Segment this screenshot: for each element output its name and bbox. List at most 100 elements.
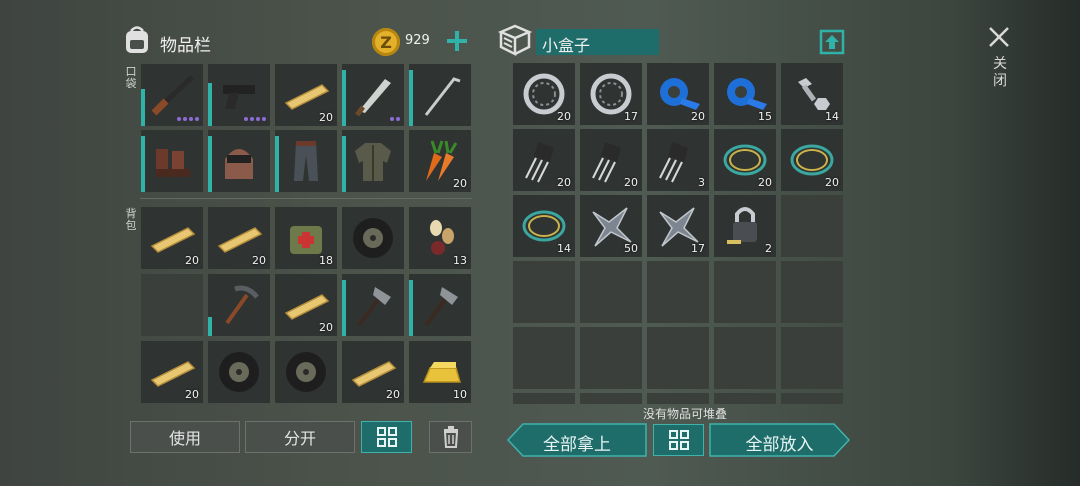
backpack-slot[interactable]: 10 [409,341,471,403]
box-slot[interactable]: 20 [781,129,843,191]
add-coins-button[interactable] [444,28,470,54]
backpack-slot[interactable] [208,274,270,336]
box-slot[interactable] [580,327,642,389]
backpack-slot[interactable]: 20 [141,207,203,269]
box-slot[interactable] [580,261,642,323]
durability-bar [208,136,212,192]
item-count: 14 [825,110,839,123]
box-slot[interactable] [647,327,709,389]
pocket-slot[interactable] [342,130,404,192]
take-all-button[interactable]: 全部拿上 [507,423,647,457]
box-slot[interactable] [781,327,843,389]
box-slot[interactable]: 20 [580,129,642,191]
box-slot[interactable]: 14 [781,63,843,125]
box-slot[interactable] [781,195,843,257]
box-slot[interactable] [513,393,575,404]
box-slot[interactable]: 2 [714,195,776,257]
pocket-slot[interactable] [275,130,337,192]
item-count: 20 [758,176,772,189]
pocket-slot[interactable] [208,64,270,126]
backpack-slot[interactable]: 20 [275,274,337,336]
durability-bar [208,83,212,126]
take-all-label: 全部拿上 [543,435,611,455]
durability-bar [275,136,279,192]
backpack-slot[interactable] [342,207,404,269]
rarity-dots [177,117,199,121]
pocket-slot[interactable] [141,130,203,192]
box-slot[interactable]: 15 [714,63,776,125]
pocket-label: 口袋 [125,65,137,90]
backpack-slot[interactable]: 18 [275,207,337,269]
box-slot[interactable] [714,261,776,323]
trash-button[interactable] [429,421,472,453]
backpack-slot[interactable] [141,274,203,336]
plus-icon [447,31,467,51]
box-slot[interactable]: 17 [580,63,642,125]
box-slot[interactable]: 3 [647,129,709,191]
box-slot[interactable] [781,393,843,404]
box-slot[interactable] [714,393,776,404]
box-slot[interactable]: 14 [513,195,575,257]
coin-icon: Z [372,28,400,56]
item-count: 20 [386,388,400,401]
box-icon [497,23,533,57]
backpack-slot[interactable]: 20 [342,341,404,403]
backpack-slot[interactable] [275,341,337,403]
split-button[interactable]: 分开 [245,421,355,453]
box-slot[interactable] [647,261,709,323]
backpack-slot[interactable]: 20 [141,341,203,403]
box-slot[interactable] [714,327,776,389]
put-all-button[interactable]: 全部放入 [709,423,850,457]
pocket-slot[interactable]: 20 [275,64,337,126]
box-slot[interactable] [781,261,843,323]
backpack-slot[interactable] [342,274,404,336]
close-icon [989,27,1009,47]
sort-inventory-button[interactable] [361,421,412,453]
backpack-slot[interactable] [208,341,270,403]
use-button[interactable]: 使用 [130,421,240,453]
item-count: 20 [691,110,705,123]
stack-status: 没有物品可堆叠 [642,407,727,421]
durability-bar [141,136,145,192]
box-slot[interactable] [647,393,709,404]
item-count: 15 [758,110,772,123]
backpack-slot[interactable]: 20 [208,207,270,269]
item-count: 50 [624,242,638,255]
durability-bar [342,136,346,192]
item-count: 3 [698,176,705,189]
box-slot[interactable] [513,327,575,389]
item-count: 10 [453,388,467,401]
sort-box-button[interactable] [653,424,704,456]
pocket-slot[interactable] [409,64,471,126]
box-slot[interactable] [580,393,642,404]
item-count: 14 [557,242,571,255]
item-count: 20 [185,254,199,267]
box-slot[interactable]: 20 [513,63,575,125]
box-slot[interactable]: 50 [580,195,642,257]
pocket-slot[interactable]: 20 [409,130,471,192]
item-count: 20 [185,388,199,401]
rarity-dots [244,117,266,121]
close-button[interactable]: 关闭 [984,22,1014,102]
item-count: 20 [624,176,638,189]
durability-bar [342,280,346,336]
item-count: 20 [453,177,467,190]
box-name-field[interactable]: 小盒子 [536,29,659,55]
pocket-slot[interactable] [208,130,270,192]
item-count: 20 [319,321,333,334]
upload-button[interactable] [819,29,845,55]
box-slot[interactable]: 20 [647,63,709,125]
grid-sort-icon [668,430,689,450]
pocket-slot[interactable] [141,64,203,126]
box-slot[interactable]: 20 [513,129,575,191]
pocket-slot[interactable] [342,64,404,126]
rarity-dots [390,117,400,121]
close-label: 关闭 [993,56,1007,89]
put-all-label: 全部放入 [745,435,814,455]
box-slot[interactable] [513,261,575,323]
backpack-slot[interactable] [409,274,471,336]
backpack-slot[interactable]: 13 [409,207,471,269]
backpack-label: 背包 [125,207,137,232]
box-slot[interactable]: 17 [647,195,709,257]
box-slot[interactable]: 20 [714,129,776,191]
